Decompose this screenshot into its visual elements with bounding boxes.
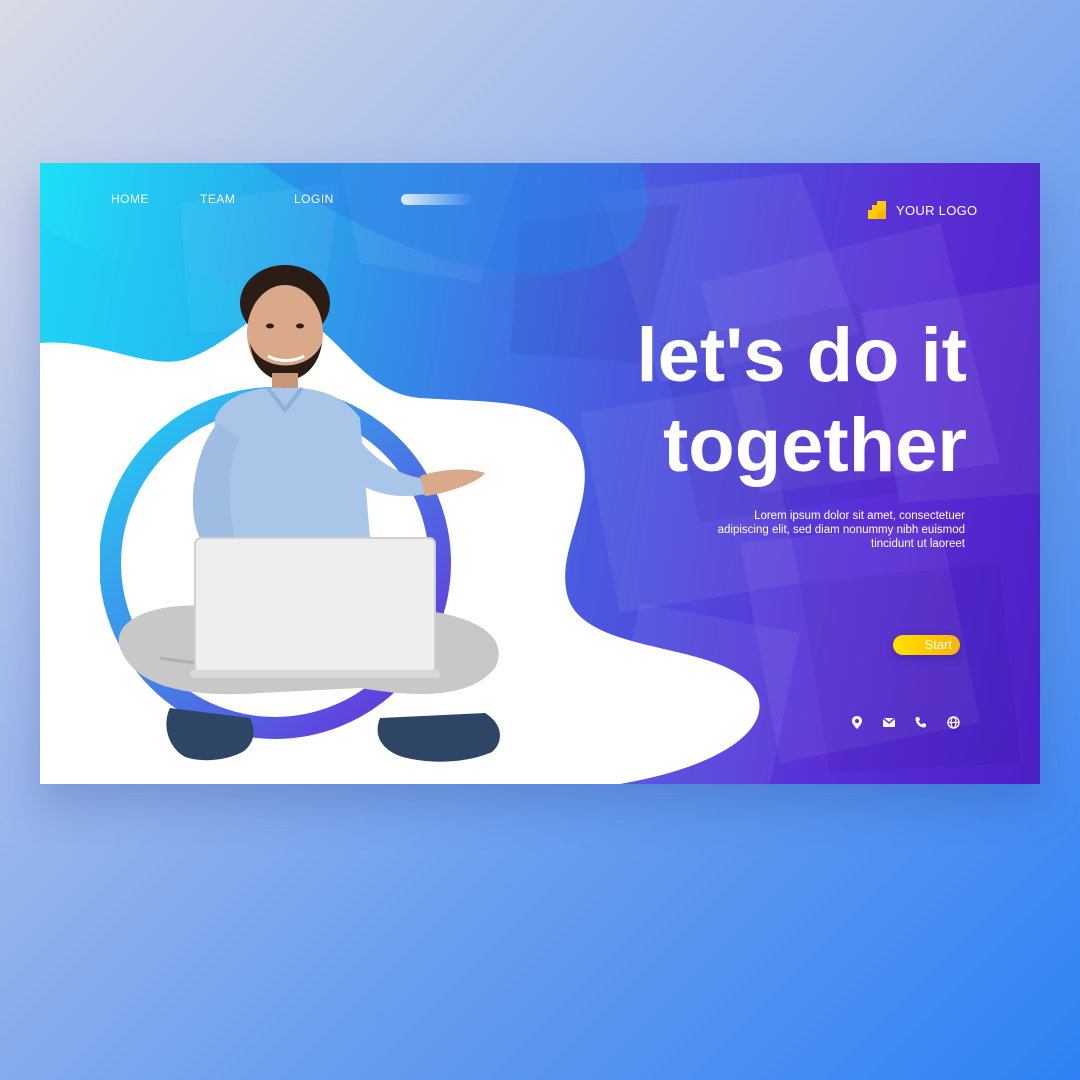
nav-item-login[interactable]: LOGIN xyxy=(294,192,334,206)
brand-logo[interactable]: YOUR LOGO xyxy=(868,201,977,219)
phone-icon[interactable] xyxy=(914,715,928,729)
logo-mark-icon xyxy=(868,201,886,219)
hero-headline: let's do it together xyxy=(636,311,967,491)
mail-icon[interactable] xyxy=(882,715,896,729)
headline-line-2: together xyxy=(663,403,967,488)
man-with-laptop-illustration xyxy=(100,265,506,766)
logo-text: YOUR LOGO xyxy=(896,202,978,218)
start-button[interactable]: Start xyxy=(893,635,960,655)
contact-icons xyxy=(850,715,960,729)
nav-item-team[interactable]: TEAM xyxy=(200,192,235,206)
landing-page-card: HOME TEAM LOGIN YOUR LOGO let's do it to… xyxy=(40,163,1040,784)
headline-line-1: let's do it xyxy=(636,313,967,398)
hero-description: Lorem ipsum dolor sit amet, consectetuer… xyxy=(717,510,965,550)
location-pin-icon[interactable] xyxy=(850,715,864,729)
search-pill-bar[interactable] xyxy=(401,194,473,205)
globe-icon[interactable] xyxy=(946,715,960,729)
nav-item-home[interactable]: HOME xyxy=(111,192,149,206)
